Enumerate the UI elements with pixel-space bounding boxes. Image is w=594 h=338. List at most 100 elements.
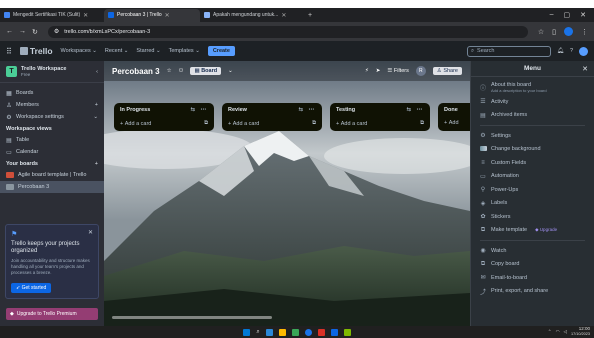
close-icon[interactable]: ✕ — [165, 12, 170, 19]
close-icon[interactable]: ✕ — [281, 12, 286, 19]
close-icon[interactable]: ✕ — [88, 229, 93, 236]
new-tab-button[interactable]: + — [304, 12, 316, 19]
visibility-icon[interactable]: ⚇ — [179, 68, 184, 74]
taskbar-search-icon[interactable]: ⌕ — [256, 329, 259, 336]
list-title[interactable]: In Progress — [120, 107, 150, 113]
template-icon[interactable]: ⧉ — [312, 120, 316, 127]
list-title[interactable]: Testing — [336, 107, 355, 113]
taskbar-app-icon[interactable] — [330, 328, 338, 336]
menu-item-labels[interactable]: ◈ Labels — [471, 197, 594, 211]
add-card-button[interactable]: + Add a card ⧉ — [120, 120, 208, 127]
upgrade-premium-button[interactable]: ◆ Upgrade to Trello Premium — [6, 308, 98, 320]
windows-start-icon[interactable] — [243, 328, 251, 336]
add-board-button[interactable]: + — [95, 161, 98, 167]
list-actions-icon[interactable]: ⇆ ⋯ — [298, 107, 316, 113]
member-avatar[interactable]: R — [415, 66, 426, 76]
menu-item-stickers[interactable]: ✿ Stickers — [471, 210, 594, 224]
volume-icon[interactable]: ◁ — [564, 329, 567, 335]
chevron-down-icon[interactable]: ⌄ — [93, 114, 98, 120]
add-card-button[interactable]: + Add a card ⧉ — [336, 120, 424, 127]
get-started-button[interactable]: ➶ Get started — [11, 283, 52, 293]
create-button[interactable]: Create — [207, 46, 235, 56]
clock-date[interactable]: 17/10/2023 — [571, 332, 590, 336]
profile-avatar[interactable] — [564, 27, 573, 36]
menu-item-automation[interactable]: ▭ Automation — [471, 170, 594, 184]
menu-item-print-export[interactable]: ⤴ Print, export, and share — [471, 285, 594, 299]
add-member-button[interactable]: + — [95, 102, 98, 108]
templates-menu[interactable]: Templates ⌄ — [169, 48, 200, 54]
app-switcher-icon[interactable]: ⠿ — [6, 47, 12, 56]
star-icon[interactable]: ☆ — [167, 68, 172, 74]
bookmark-star-icon[interactable]: ☆ — [538, 28, 544, 36]
recent-menu[interactable]: Recent ⌄ — [105, 48, 129, 54]
forward-icon[interactable]: → — [19, 28, 26, 35]
browser-tab-1[interactable]: Mengedit Sertifikasi TIK (Sulit) ✕ — [0, 9, 104, 22]
template-icon[interactable]: ⧉ — [204, 120, 208, 127]
help-icon[interactable]: ? — [570, 48, 573, 54]
power-ups-icon[interactable]: ⚡︎ — [365, 68, 369, 74]
taskbar-app-icon[interactable] — [265, 328, 273, 336]
browser-tab-2[interactable]: Percobaan 3 | Trello ✕ — [104, 8, 200, 22]
chevron-down-icon[interactable]: ⌄ — [228, 68, 233, 74]
automation-icon[interactable]: ➤ — [376, 68, 381, 74]
taskbar-app-icon[interactable] — [343, 328, 351, 336]
sidepanel-icon[interactable]: ▯ — [552, 28, 556, 36]
minimize-button[interactable]: – — [550, 11, 554, 19]
trello-logo[interactable]: Trello — [19, 46, 53, 56]
list-title[interactable]: Done — [444, 107, 458, 113]
add-card-button[interactable]: + Add — [444, 120, 470, 126]
workspaces-menu[interactable]: Workspaces ⌄ — [61, 48, 97, 54]
tray-chevron-icon[interactable]: ⌃ — [548, 329, 552, 335]
taskbar-app-icon[interactable] — [304, 328, 312, 336]
taskbar-app-icon[interactable] — [317, 328, 325, 336]
sidebar-board-percobaan-3[interactable]: Percobaan 3 — [0, 181, 104, 193]
taskbar-app-icon[interactable] — [291, 328, 299, 336]
site-info-icon[interactable]: ⚙ — [54, 28, 59, 35]
filters-button[interactable]: ☰ Filters — [387, 68, 408, 74]
starred-menu[interactable]: Starred ⌄ — [136, 48, 160, 54]
workspace-avatar[interactable]: T — [6, 66, 17, 77]
board-view-button[interactable]: ▦ Board — [190, 67, 222, 75]
menu-item-archived[interactable]: ▤ Archived items — [471, 109, 594, 123]
wifi-icon[interactable]: ◠ — [556, 329, 560, 335]
address-bar[interactable]: ⚙ trello.com/b/xmLsPCx/percobaan-3 — [47, 25, 528, 38]
menu-item-about[interactable]: ⓘ About this board Add a description to … — [471, 77, 594, 95]
close-icon[interactable]: ✕ — [582, 65, 588, 73]
menu-item-settings[interactable]: ⚙ Settings — [471, 129, 594, 143]
search-input[interactable]: ⌕ Search — [466, 45, 551, 57]
notifications-icon[interactable]: 🔔︎ — [557, 48, 564, 54]
browser-tab-3[interactable]: Apakah mengundang untuk... ✕ — [200, 9, 304, 22]
sidebar-item-workspace-settings[interactable]: ⚙ Workspace settings ⌄ — [0, 111, 104, 123]
more-menu-icon[interactable]: ⋮ — [581, 28, 588, 36]
share-button[interactable]: ♙ Share — [432, 67, 462, 75]
menu-item-change-background[interactable]: Change background — [471, 143, 594, 157]
close-icon[interactable]: ✕ — [83, 12, 88, 19]
menu-item-activity[interactable]: ☰ Activity — [471, 95, 594, 109]
menu-item-email-to-board[interactable]: ✉ Email-to-board — [471, 271, 594, 285]
sidebar-item-boards[interactable]: ▦ Boards — [0, 87, 104, 99]
taskbar-app-icon[interactable] — [278, 328, 286, 336]
list-actions-icon[interactable]: ⇆ ⋯ — [190, 107, 208, 113]
menu-item-make-template[interactable]: ⧉ Make template ◆ Upgrade — [471, 224, 594, 238]
list-actions-icon[interactable]: ⇆ ⋯ — [406, 107, 424, 113]
reload-icon[interactable]: ↻ — [32, 28, 38, 36]
menu-item-watch[interactable]: ◉ Watch — [471, 244, 594, 258]
sidebar-item-table[interactable]: ▤ Table — [0, 134, 104, 146]
template-icon[interactable]: ⧉ — [420, 120, 424, 127]
menu-item-copy-board[interactable]: ⧉ Copy board — [471, 258, 594, 272]
sidebar-item-label: Agile board template | Trello — [18, 172, 87, 178]
sidebar-board-agile-template[interactable]: Agile board template | Trello — [0, 169, 104, 181]
sidebar-item-members[interactable]: ♙ Members + — [0, 99, 104, 111]
horizontal-scrollbar[interactable] — [112, 316, 272, 319]
close-window-button[interactable]: ✕ — [580, 11, 586, 19]
account-avatar[interactable] — [579, 46, 588, 56]
back-icon[interactable]: ← — [6, 28, 13, 35]
collapse-sidebar-icon[interactable]: ‹ — [96, 69, 98, 75]
board-title[interactable]: Percobaan 3 — [112, 67, 160, 76]
menu-item-power-ups[interactable]: ⚲ Power-Ups — [471, 183, 594, 197]
menu-item-custom-fields[interactable]: ≡ Custom Fields — [471, 156, 594, 170]
list-title[interactable]: Review — [228, 107, 247, 113]
add-card-button[interactable]: + Add a card ⧉ — [228, 120, 316, 127]
sidebar-item-calendar[interactable]: ▭ Calendar — [0, 146, 104, 158]
maximize-button[interactable]: ▢ — [564, 11, 571, 19]
